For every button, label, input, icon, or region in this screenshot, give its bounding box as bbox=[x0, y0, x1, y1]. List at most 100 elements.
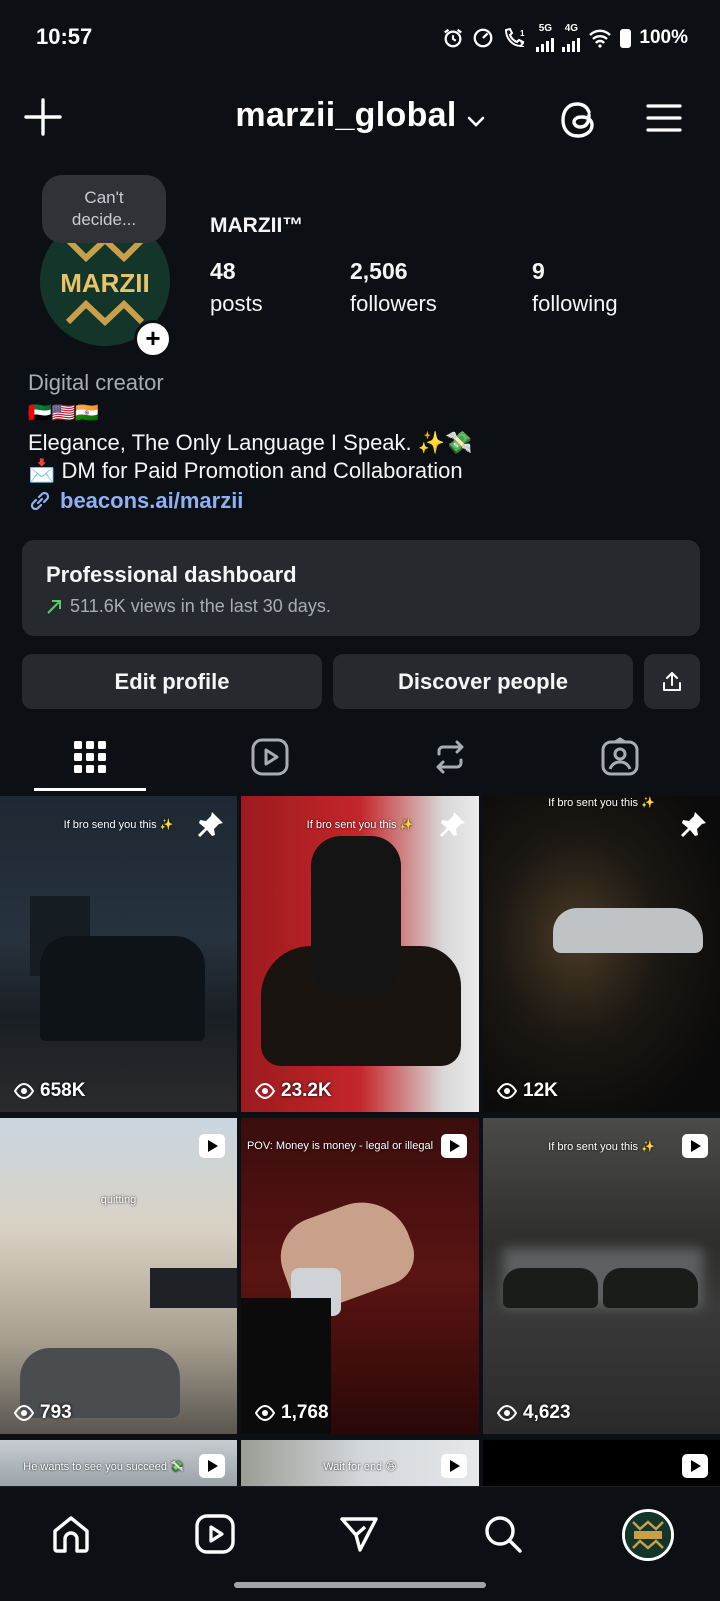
svg-text:2: 2 bbox=[520, 40, 525, 49]
grid-post[interactable]: If bro send you this ✨ 658K bbox=[0, 796, 237, 1112]
bio-line-2: 📩 DM for Paid Promotion and Collaboratio… bbox=[28, 458, 463, 483]
bio-flags: 🇦🇪🇺🇸🇮🇳 bbox=[28, 403, 99, 424]
trend-up-icon bbox=[47, 599, 61, 614]
link-text: beacons.ai/marzii bbox=[60, 488, 244, 513]
posts-grid: If bro send you this ✨ 658K If bro sent … bbox=[0, 796, 720, 1486]
username: marzii_global bbox=[235, 96, 457, 134]
battery-icon bbox=[620, 28, 632, 48]
bio-line-1: Elegance, The Only Language I Speak. ✨💸 bbox=[28, 430, 473, 455]
post-caption: POV: Money is money - legal or illegal bbox=[246, 1140, 434, 1152]
speed-icon bbox=[473, 28, 493, 48]
home-icon bbox=[53, 1516, 89, 1553]
post-caption: quitting bbox=[100, 1194, 137, 1206]
note-bubble[interactable]: Can't decide... bbox=[42, 175, 166, 243]
professional-dashboard[interactable]: Professional dashboard 511.6K views in t… bbox=[22, 540, 700, 636]
view-count-text: 4,623 bbox=[523, 1402, 571, 1423]
category-label: Digital creator bbox=[28, 370, 164, 395]
hamburger-menu-icon bbox=[646, 104, 682, 132]
wifi-icon bbox=[589, 29, 612, 48]
active-tab-indicator bbox=[34, 788, 146, 791]
tab-tagged[interactable] bbox=[546, 722, 694, 792]
nav-messages[interactable] bbox=[334, 1509, 384, 1559]
signal-icon bbox=[536, 34, 555, 52]
status-bar: 10:57 12 5G 4G 100% bbox=[0, 0, 720, 76]
avatar-text: MARZII bbox=[60, 268, 150, 298]
followers-count[interactable]: 2,506 followers bbox=[350, 258, 437, 317]
view-count: 793 bbox=[14, 1402, 72, 1424]
tagged-icon bbox=[601, 737, 639, 776]
alarm-icon bbox=[444, 28, 463, 48]
grid-post[interactable]: If bro sent you this ✨ 23.2K bbox=[241, 796, 479, 1112]
discover-people-button[interactable]: Discover people bbox=[333, 654, 633, 709]
tab-reels[interactable] bbox=[196, 722, 344, 792]
view-count-text: 23.2K bbox=[281, 1080, 332, 1101]
grid-post[interactable]: If bro sent you this ✨ 4,623 bbox=[483, 1118, 720, 1434]
reel-badge-icon bbox=[199, 1134, 225, 1158]
pin-icon bbox=[440, 812, 465, 837]
view-count: 1,768 bbox=[255, 1402, 329, 1424]
svg-text:1: 1 bbox=[520, 29, 525, 38]
nav-profile[interactable] bbox=[622, 1509, 674, 1561]
threads-button[interactable] bbox=[558, 98, 602, 142]
threads-icon bbox=[561, 102, 594, 138]
posts-count[interactable]: 48 posts bbox=[210, 258, 263, 317]
post-caption: If bro sent you this ✨ bbox=[548, 797, 655, 809]
edit-profile-button[interactable]: Edit profile bbox=[22, 654, 322, 709]
grid-post[interactable]: If bro sent you this ✨ 12K bbox=[483, 796, 720, 1112]
reels-icon bbox=[251, 738, 289, 776]
following-count[interactable]: 9 following bbox=[532, 258, 618, 317]
eye-icon bbox=[497, 1083, 517, 1099]
stat-number: 9 bbox=[532, 258, 545, 284]
grid-post[interactable]: quitting 793 bbox=[0, 1118, 237, 1434]
bio-link[interactable]: beacons.ai/marzii bbox=[28, 488, 243, 514]
view-count: 658K bbox=[14, 1080, 85, 1102]
post-caption: He wants to see you succeed 💸 bbox=[23, 1461, 184, 1473]
send-icon bbox=[340, 1517, 378, 1552]
view-count-text: 12K bbox=[523, 1080, 558, 1101]
stat-number: 48 bbox=[210, 258, 236, 284]
nav-reels[interactable] bbox=[190, 1509, 240, 1559]
share-profile-button[interactable] bbox=[644, 654, 700, 709]
eye-icon bbox=[255, 1083, 275, 1099]
grid-post[interactable] bbox=[483, 1440, 720, 1486]
stat-label: posts bbox=[210, 291, 263, 316]
reel-badge-icon bbox=[441, 1454, 467, 1478]
menu-button[interactable] bbox=[646, 102, 682, 134]
view-count-text: 658K bbox=[40, 1080, 86, 1101]
note-line-2: decide... bbox=[71, 210, 137, 229]
nav-search[interactable] bbox=[478, 1509, 528, 1559]
chevron-down-icon bbox=[467, 116, 484, 127]
account-switcher[interactable]: marzii_global bbox=[0, 96, 720, 135]
signal-icon-2 bbox=[562, 34, 581, 52]
reposts-icon bbox=[436, 740, 464, 774]
network-label-1: 5G bbox=[538, 23, 553, 34]
view-count: 12K bbox=[497, 1080, 558, 1102]
stat-number: 2,506 bbox=[350, 258, 408, 284]
stat-label: followers bbox=[350, 291, 437, 316]
reel-badge-icon bbox=[682, 1454, 708, 1478]
grid-post[interactable]: Wait for end 😆 bbox=[241, 1440, 479, 1486]
wifi-call-icon: 12 bbox=[505, 27, 525, 49]
tab-posts-grid[interactable] bbox=[16, 722, 164, 792]
grid-post[interactable]: POV: Money is money - legal or illegal 1… bbox=[241, 1118, 479, 1434]
view-count: 4,623 bbox=[497, 1402, 571, 1424]
pin-icon bbox=[198, 812, 223, 837]
stat-label: following bbox=[532, 291, 618, 316]
reel-badge-icon bbox=[199, 1454, 225, 1478]
reel-badge-icon bbox=[441, 1134, 467, 1158]
tab-reposts[interactable] bbox=[376, 722, 524, 792]
grid-post[interactable]: He wants to see you succeed 💸 bbox=[0, 1440, 237, 1486]
reel-badge-icon bbox=[682, 1134, 708, 1158]
dashboard-subtitle-row: 511.6K views in the last 30 days. bbox=[46, 596, 331, 617]
add-story-button[interactable]: + bbox=[134, 320, 172, 358]
search-icon bbox=[485, 1516, 522, 1553]
nav-home[interactable] bbox=[46, 1509, 96, 1559]
eye-icon bbox=[14, 1083, 34, 1099]
eye-icon bbox=[497, 1405, 517, 1421]
share-icon bbox=[663, 671, 681, 691]
view-count: 23.2K bbox=[255, 1080, 332, 1102]
gesture-home-bar[interactable] bbox=[234, 1582, 486, 1588]
profile-avatar-icon bbox=[625, 1512, 671, 1558]
status-icons: 12 5G 4G 100% bbox=[442, 24, 688, 52]
display-name: MARZII™ bbox=[210, 214, 304, 237]
